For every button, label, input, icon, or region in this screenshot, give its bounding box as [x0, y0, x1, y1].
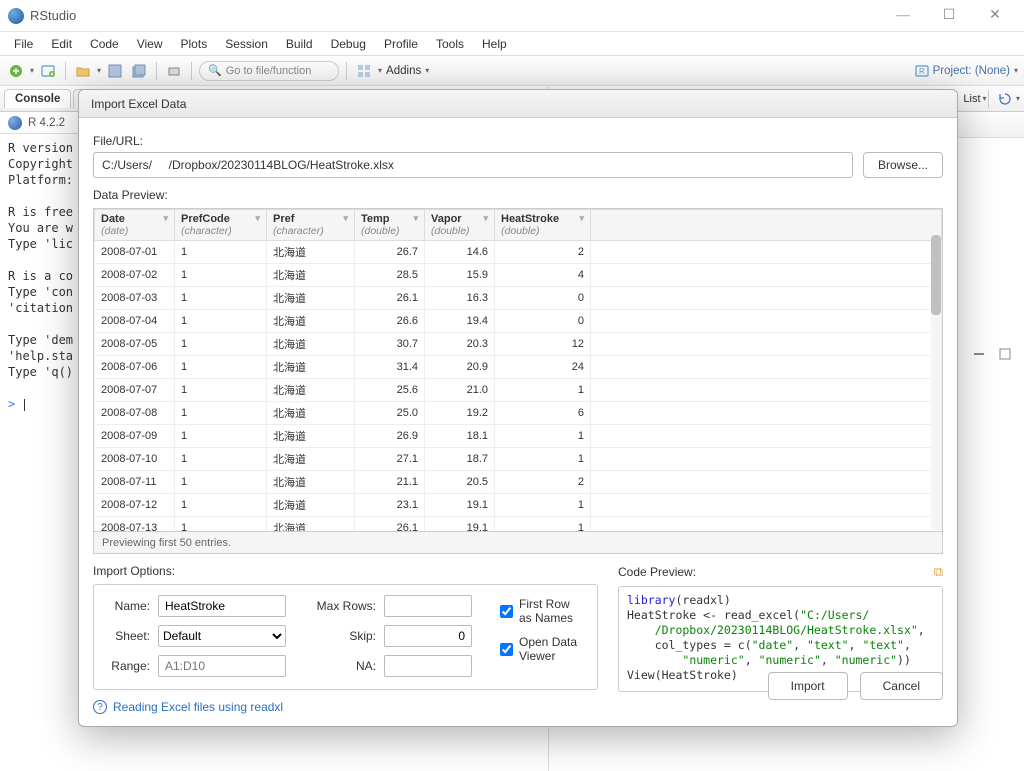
range-input[interactable]	[158, 655, 286, 677]
project-label[interactable]: Project: (None)	[933, 65, 1010, 77]
grid-icon[interactable]	[354, 61, 374, 81]
table-row[interactable]: 2008-07-131北海道26.119.11	[95, 517, 942, 533]
column-header-date[interactable]: Date▾(date)	[95, 210, 175, 241]
table-row[interactable]: 2008-07-021北海道28.515.94	[95, 264, 942, 287]
menu-plots[interactable]: Plots	[173, 35, 216, 53]
tab-console[interactable]: Console	[4, 89, 71, 108]
code-preview-label: Code Preview:	[618, 565, 696, 579]
new-file-icon[interactable]	[6, 61, 26, 81]
table-row[interactable]: 2008-07-011北海道26.714.62	[95, 241, 942, 264]
r-logo-icon	[8, 116, 22, 130]
console-prompt: >	[8, 397, 15, 411]
preview-scrollbar[interactable]	[931, 235, 941, 530]
column-header-pref[interactable]: Pref▾(character)	[267, 210, 355, 241]
menu-session[interactable]: Session	[217, 35, 276, 53]
range-label: Range:	[106, 659, 150, 673]
help-link[interactable]: ?Reading Excel files using readxl	[93, 700, 598, 714]
cancel-button[interactable]: Cancel	[860, 672, 943, 700]
import-button[interactable]: Import	[768, 672, 848, 700]
menu-profile[interactable]: Profile	[376, 35, 426, 53]
na-input[interactable]	[384, 655, 472, 677]
data-preview-label: Data Preview:	[93, 188, 943, 202]
skip-label: Skip:	[314, 629, 376, 643]
skip-input[interactable]	[384, 625, 472, 647]
minimize-lower-pane-icon[interactable]	[968, 344, 990, 364]
open-file-icon[interactable]	[73, 61, 93, 81]
table-row[interactable]: 2008-07-031北海道26.116.30	[95, 287, 942, 310]
go-to-file-input[interactable]: 🔍Go to file/function	[199, 61, 339, 81]
menu-bar: FileEditCodeViewPlotsSessionBuildDebugPr…	[0, 32, 1024, 56]
table-row[interactable]: 2008-07-041北海道26.619.40	[95, 310, 942, 333]
menu-debug[interactable]: Debug	[323, 35, 374, 53]
copy-code-icon[interactable]: ⧉	[934, 564, 943, 580]
menu-help[interactable]: Help	[474, 35, 515, 53]
menu-view[interactable]: View	[129, 35, 171, 53]
window-controls: — ☐ ✕	[882, 3, 1016, 29]
close-button[interactable]: ✕	[974, 3, 1016, 29]
minimize-button[interactable]: —	[882, 3, 924, 29]
print-icon[interactable]	[164, 61, 184, 81]
menu-tools[interactable]: Tools	[428, 35, 472, 53]
menu-edit[interactable]: Edit	[43, 35, 80, 53]
project-icon: R	[915, 64, 929, 78]
data-preview-table[interactable]: Date▾(date)PrefCode▾(character)Pref▾(cha…	[93, 208, 943, 532]
name-input[interactable]	[158, 595, 286, 617]
r-version-label: R 4.2.2	[28, 117, 65, 129]
svg-text:R: R	[919, 67, 925, 76]
addins-menu[interactable]: Addins ▾	[386, 65, 429, 77]
menu-code[interactable]: Code	[82, 35, 127, 53]
main-toolbar: ▾ ▾ 🔍Go to file/function ▾ Addins ▾ R Pr…	[0, 56, 1024, 86]
table-row[interactable]: 2008-07-051北海道30.720.312	[95, 333, 942, 356]
rstudio-logo-icon	[8, 8, 24, 24]
new-project-icon[interactable]	[38, 61, 58, 81]
na-label: NA:	[314, 659, 376, 673]
first-row-names-checkbox[interactable]: First Row as Names	[500, 597, 585, 625]
import-excel-dialog: Import Excel Data File/URL: Browse... Da…	[78, 89, 958, 727]
table-row[interactable]: 2008-07-071北海道25.621.01	[95, 379, 942, 402]
maxrows-input[interactable]	[384, 595, 472, 617]
window-titlebar: RStudio — ☐ ✕	[0, 0, 1024, 32]
preview-footer: Previewing first 50 entries.	[93, 532, 943, 554]
column-header-prefcode[interactable]: PrefCode▾(character)	[175, 210, 267, 241]
save-all-icon[interactable]	[129, 61, 149, 81]
maxrows-label: Max Rows:	[314, 599, 376, 613]
import-options-label: Import Options:	[93, 564, 598, 578]
maximize-button[interactable]: ☐	[928, 3, 970, 29]
help-icon: ?	[93, 700, 107, 714]
window-title: RStudio	[30, 8, 882, 23]
table-row[interactable]: 2008-07-121北海道23.119.11	[95, 494, 942, 517]
file-url-label: File/URL:	[93, 134, 943, 148]
refresh-icon[interactable]	[994, 89, 1016, 109]
maximize-lower-pane-icon[interactable]	[994, 344, 1016, 364]
import-options-box: Name: Sheet: Default Range: Max Rows: Ski…	[93, 584, 598, 690]
table-row[interactable]: 2008-07-061北海道31.420.924	[95, 356, 942, 379]
name-label: Name:	[106, 599, 150, 613]
menu-file[interactable]: File	[6, 35, 41, 53]
file-url-input[interactable]	[93, 152, 853, 178]
save-icon[interactable]	[105, 61, 125, 81]
browse-button[interactable]: Browse...	[863, 152, 943, 178]
open-data-viewer-checkbox[interactable]: Open Data Viewer	[500, 635, 585, 663]
table-row[interactable]: 2008-07-091北海道26.918.11	[95, 425, 942, 448]
console-cursor	[24, 399, 25, 411]
column-header-temp[interactable]: Temp▾(double)	[355, 210, 425, 241]
menu-build[interactable]: Build	[278, 35, 321, 53]
table-row[interactable]: 2008-07-101北海道27.118.71	[95, 448, 942, 471]
sheet-label: Sheet:	[106, 629, 150, 643]
sheet-select[interactable]: Default	[158, 625, 286, 647]
dialog-title: Import Excel Data	[79, 90, 957, 118]
list-view-select[interactable]: List ▾	[963, 89, 985, 109]
column-header-heatstroke[interactable]: HeatStroke▾(double)	[495, 210, 591, 241]
table-row[interactable]: 2008-07-111北海道21.120.52	[95, 471, 942, 494]
table-row[interactable]: 2008-07-081北海道25.019.26	[95, 402, 942, 425]
column-header-vapor[interactable]: Vapor▾(double)	[425, 210, 495, 241]
